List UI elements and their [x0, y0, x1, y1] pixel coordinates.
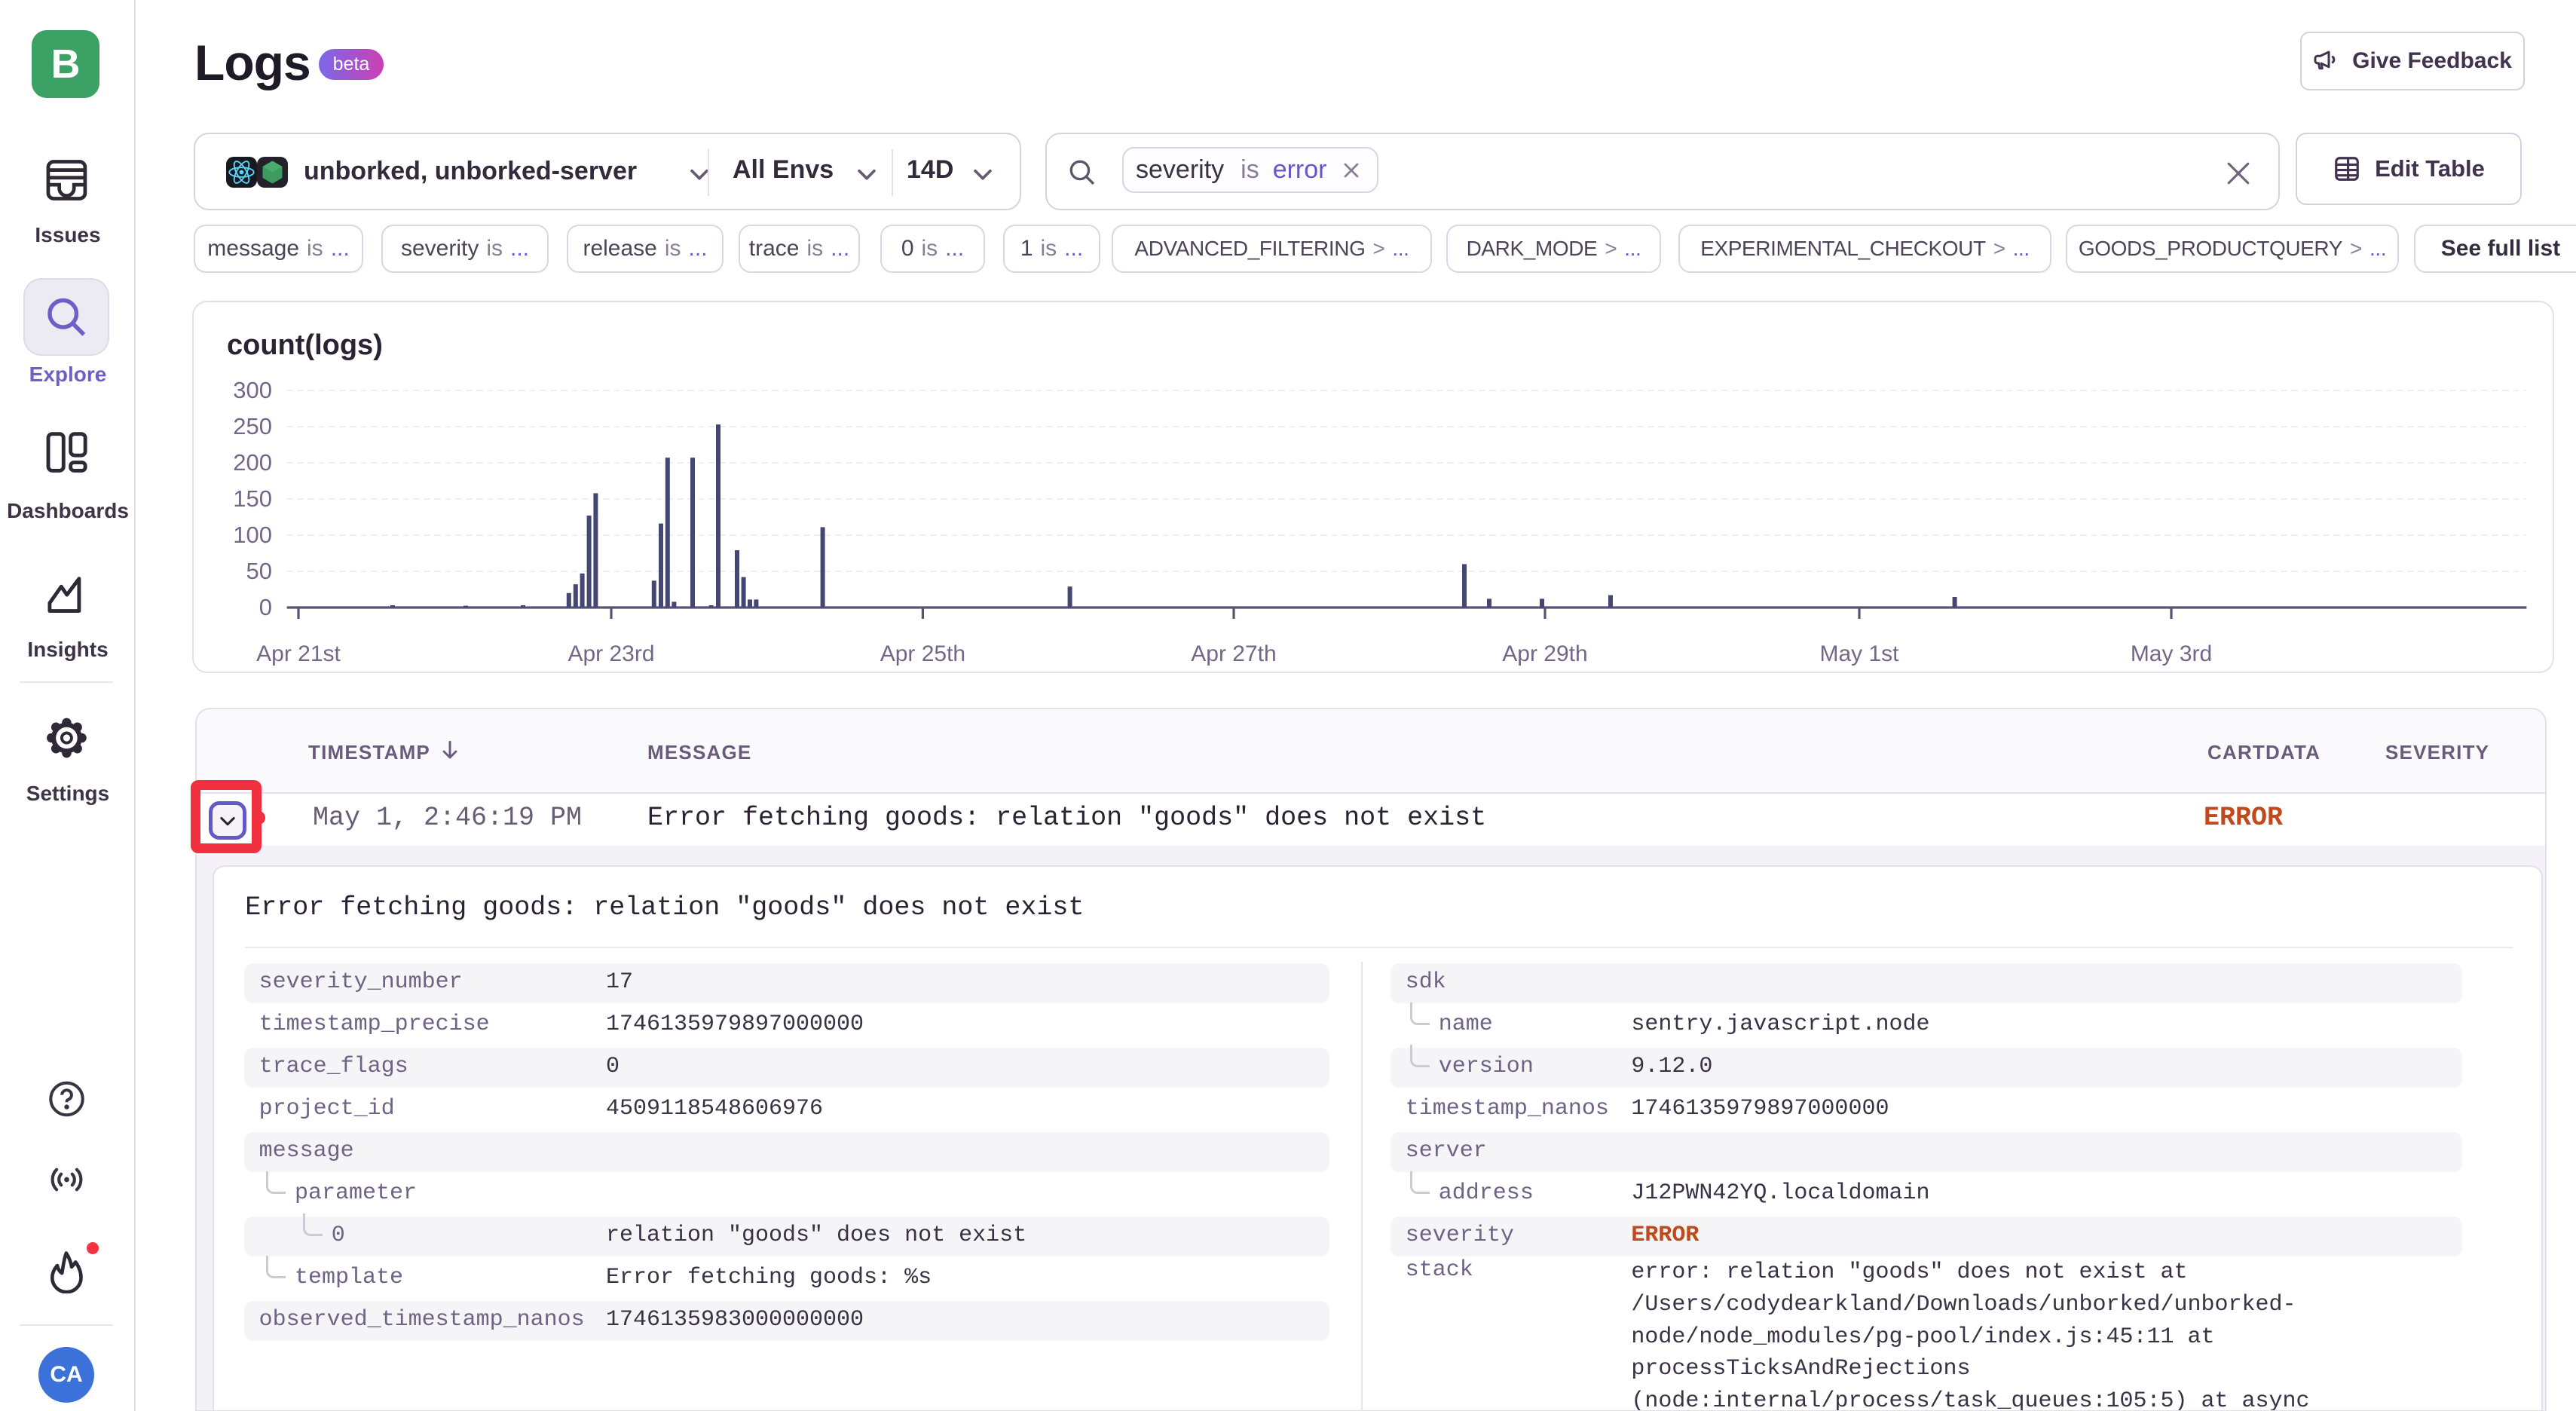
svg-text:Apr 21st: Apr 21st: [256, 641, 341, 666]
svg-text:May 3rd: May 3rd: [2131, 641, 2212, 666]
svg-text:Apr 27th: Apr 27th: [1191, 641, 1276, 666]
svg-text:150: 150: [233, 485, 272, 512]
svg-text:300: 300: [233, 377, 272, 403]
svg-text:250: 250: [233, 413, 272, 439]
svg-text:200: 200: [233, 449, 272, 476]
svg-text:50: 50: [246, 558, 272, 584]
svg-text:100: 100: [233, 522, 272, 548]
svg-text:Apr 23rd: Apr 23rd: [568, 641, 654, 666]
svg-text:Apr 25th: Apr 25th: [880, 641, 965, 666]
svg-text:0: 0: [259, 594, 272, 620]
svg-text:Apr 29th: Apr 29th: [1502, 641, 1587, 666]
svg-text:May 1st: May 1st: [1819, 641, 1899, 666]
